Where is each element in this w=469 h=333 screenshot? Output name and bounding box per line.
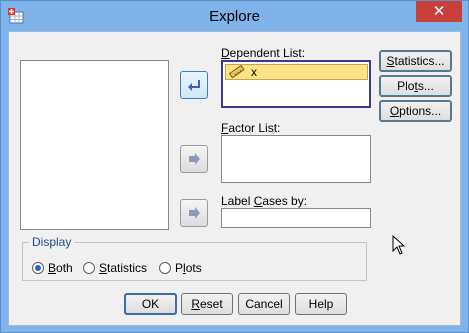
move-to-label-cases-button[interactable] — [180, 199, 208, 227]
label-mnemonic: O — [389, 104, 400, 118]
close-button[interactable]: ✕ — [416, 1, 462, 22]
label-part: tatistics — [107, 261, 148, 275]
label-part: oth — [56, 261, 73, 275]
label-cases-label: Label Cases by: — [221, 194, 307, 208]
radio-both-label[interactable]: Both — [48, 261, 73, 275]
arrow-right-icon — [189, 153, 200, 165]
factor-list[interactable] — [221, 135, 371, 183]
label-part: s... — [417, 79, 434, 93]
cancel-button[interactable]: Cancel — [238, 293, 290, 315]
label-part: Plo — [397, 79, 415, 93]
label-part: ependent List: — [229, 46, 306, 60]
factor-list-label: Factor List: — [221, 121, 280, 135]
display-group: Display Both Statistics Plots — [22, 235, 367, 281]
arrow-back-icon — [188, 80, 200, 91]
radio-plots[interactable] — [159, 262, 171, 274]
dependent-list[interactable]: x — [221, 60, 371, 108]
label-part: eset — [199, 297, 223, 311]
radio-statistics-label[interactable]: Statistics — [99, 261, 147, 275]
label-mnemonic: R — [191, 297, 200, 311]
move-to-dependent-button[interactable] — [180, 71, 208, 99]
label-part: ases by: — [262, 194, 308, 208]
label-mnemonic: S — [386, 54, 395, 68]
mouse-pointer-icon — [392, 235, 406, 255]
plots-button[interactable]: Plots... — [379, 75, 452, 97]
radio-both[interactable] — [32, 262, 44, 274]
label-part: P — [175, 261, 184, 275]
statistics-button[interactable]: Statistics... — [379, 50, 452, 72]
explore-dialog: Explore ✕ Dependent List: x Factor List:… — [0, 0, 469, 333]
radio-plots-label[interactable]: Plots — [175, 261, 202, 275]
label-mnemonic: B — [48, 261, 57, 275]
label-cases-field[interactable] — [221, 208, 371, 228]
title-bar[interactable]: Explore ✕ — [1, 1, 468, 31]
arrow-right-icon — [189, 207, 200, 219]
label-part: tatistics... — [394, 54, 445, 68]
label-mnemonic: D — [221, 46, 230, 60]
label-mnemonic: S — [99, 261, 108, 275]
move-to-factor-button[interactable] — [180, 145, 208, 173]
ok-button[interactable]: OK — [124, 293, 177, 315]
radio-selected-dot — [35, 265, 41, 271]
reset-button[interactable]: Reset — [181, 293, 233, 315]
options-button[interactable]: Options... — [379, 100, 452, 122]
label-part: actor List: — [228, 121, 281, 135]
dialog-body: Dependent List: x Factor List: Label Cas… — [8, 31, 461, 326]
label-part: ptions... — [399, 104, 442, 118]
dependent-list-label: Dependent List: — [221, 46, 305, 60]
label-part: ots — [185, 261, 202, 275]
source-variable-list[interactable] — [20, 60, 169, 230]
radio-statistics[interactable] — [83, 262, 95, 274]
label-part: Label — [221, 194, 254, 208]
ruler-scale-icon — [229, 65, 245, 79]
help-button[interactable]: Help — [295, 293, 347, 315]
window-title: Explore — [209, 8, 260, 25]
display-group-title: Display — [29, 235, 75, 249]
list-item[interactable]: x — [225, 64, 368, 80]
variable-name: x — [251, 65, 257, 79]
